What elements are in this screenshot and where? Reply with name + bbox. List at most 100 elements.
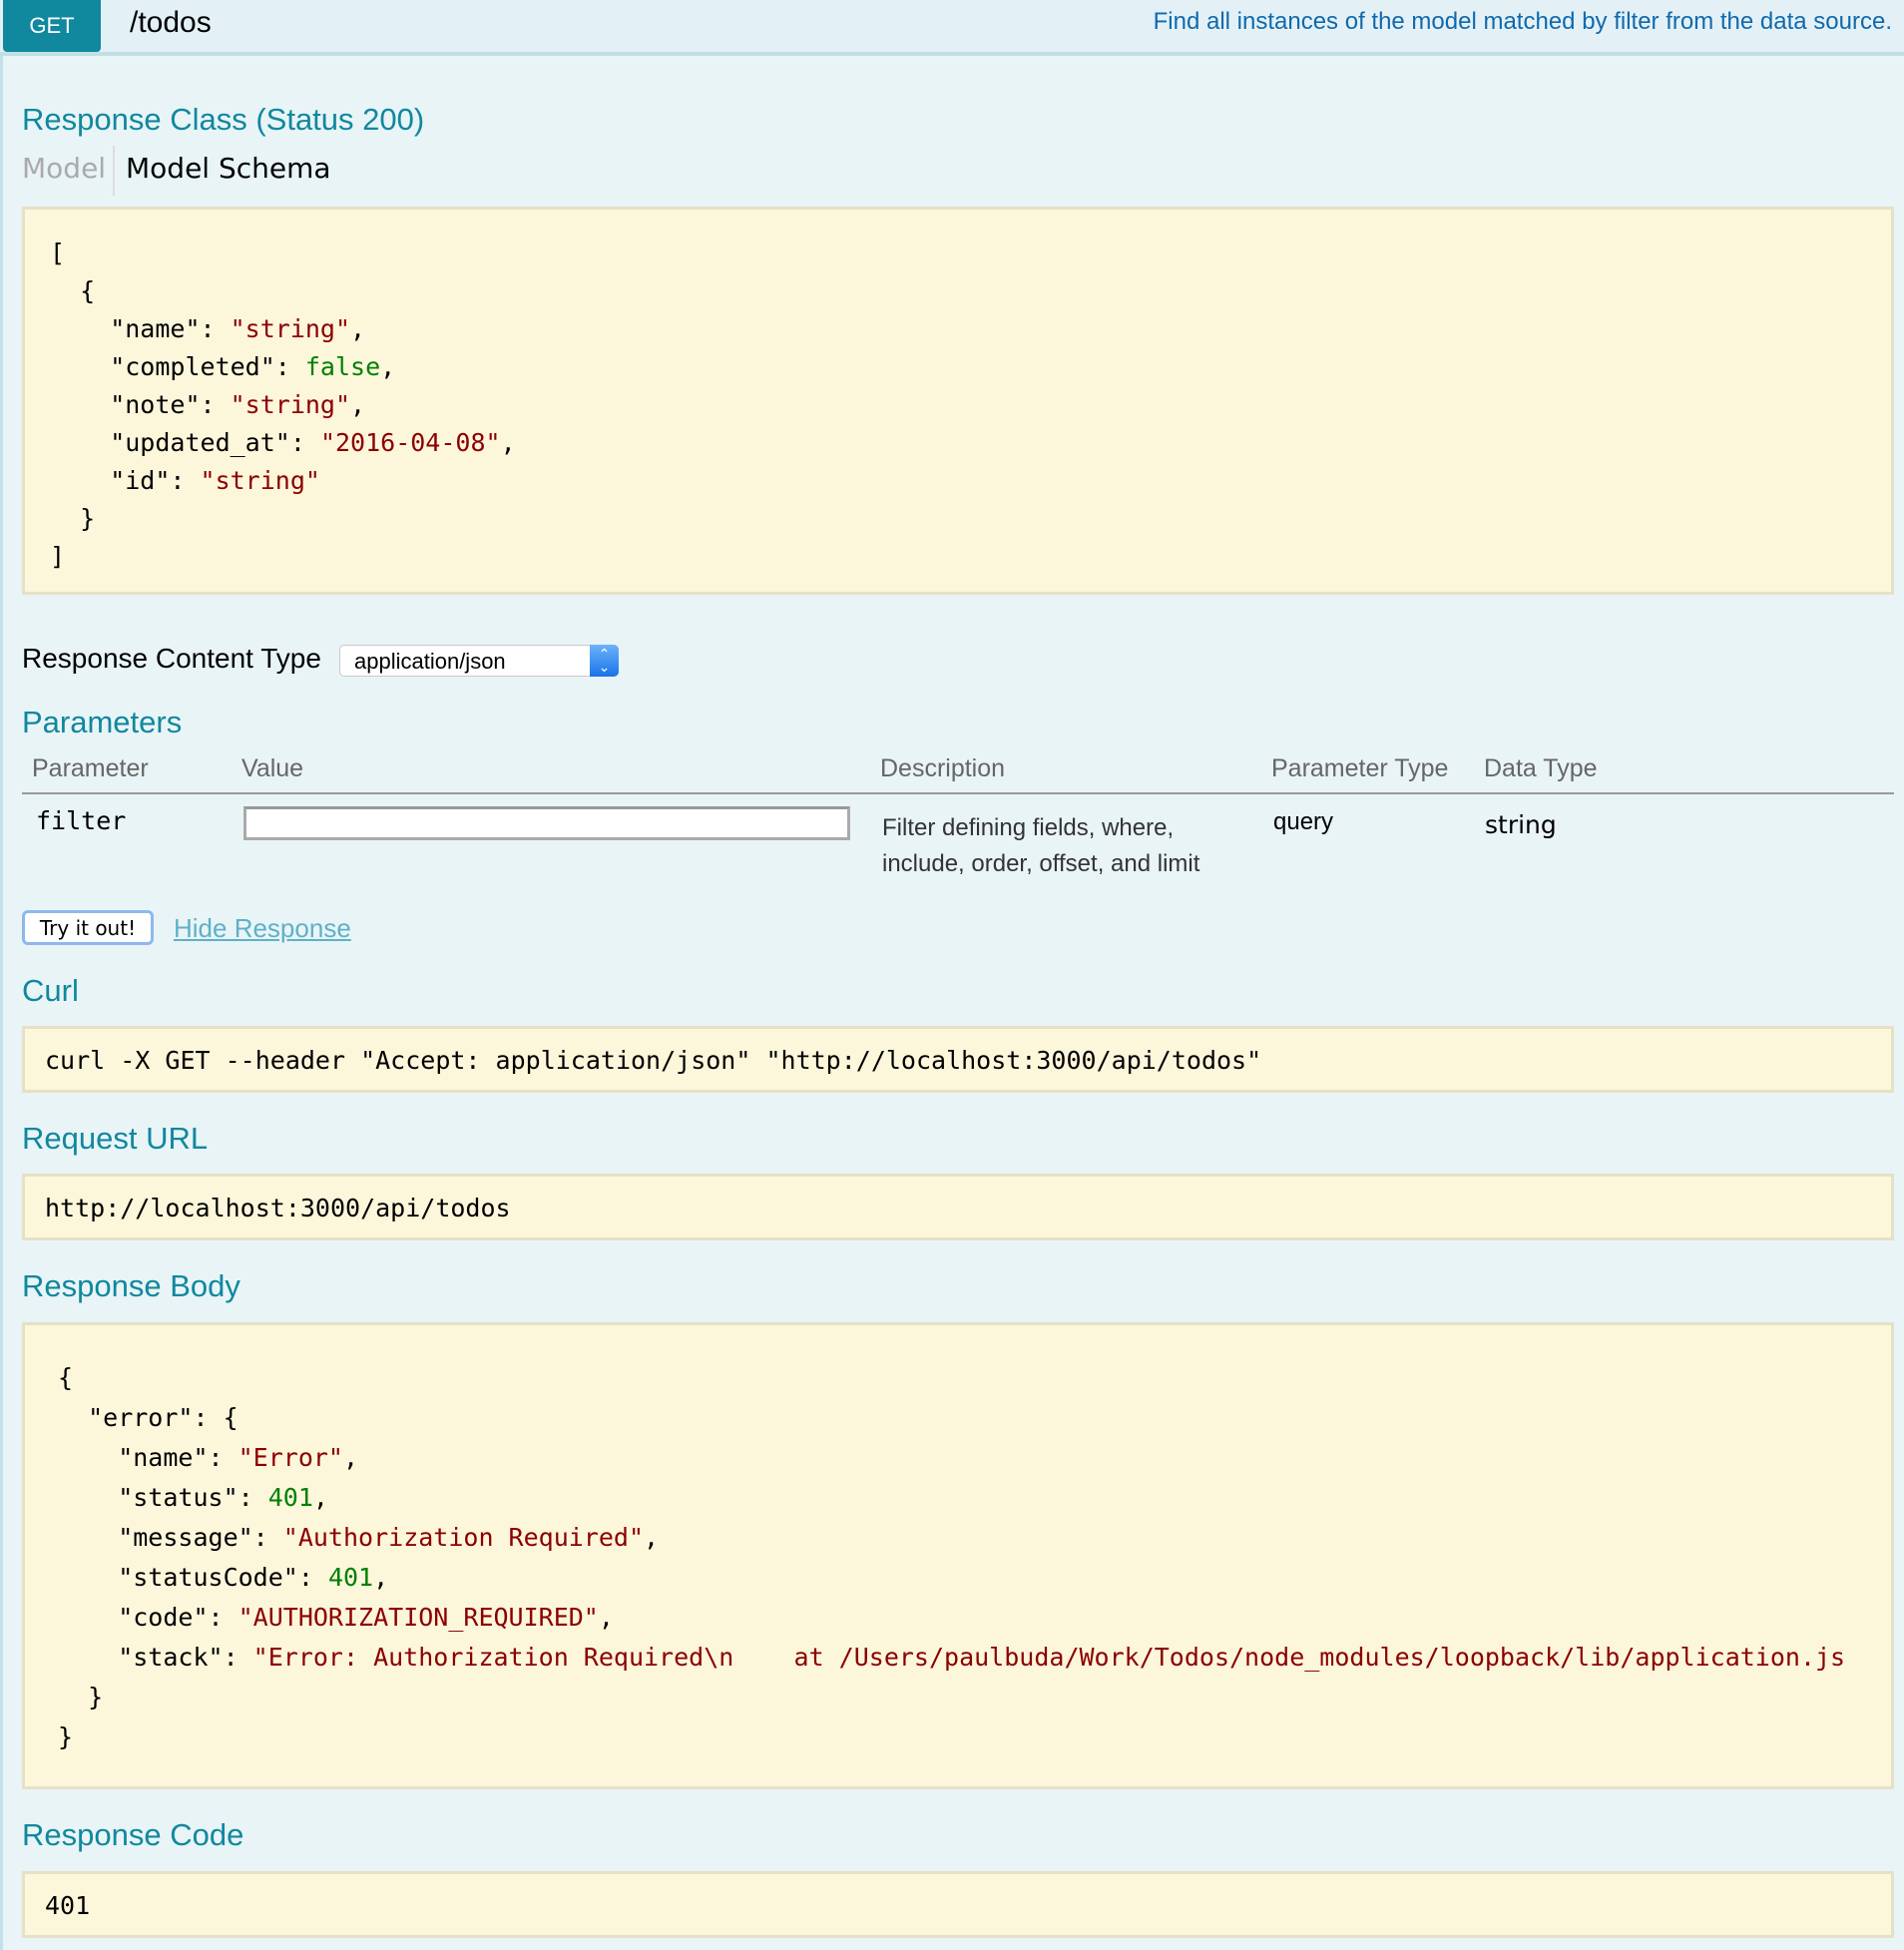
parameter-description: Filter defining fields, where, include, … <box>882 810 1199 882</box>
request-url-title: Request URL <box>22 1121 209 1156</box>
response-code-box[interactable]: 401 <box>22 1871 1894 1938</box>
operation-left-border <box>0 52 3 1950</box>
json-token: , <box>312 1483 328 1512</box>
json-token: } <box>58 1683 104 1711</box>
json-token: , <box>373 1563 389 1592</box>
try-it-out-button[interactable]: Try it out! <box>22 910 154 945</box>
json-string: "Authorization Required" <box>282 1523 645 1552</box>
operation-header[interactable]: GET /todos Find all instances of the mod… <box>0 0 1904 56</box>
request-url-box[interactable]: http://localhost:3000/api/todos <box>22 1174 1894 1240</box>
tab-model[interactable]: Model <box>22 152 106 185</box>
response-content-type-label: Response Content Type <box>22 643 321 674</box>
response-body-box[interactable]: { "error": { "name": "Error", "status": … <box>22 1322 1894 1789</box>
json-token: , <box>380 352 396 381</box>
endpoint-summary[interactable]: Find all instances of the model matched … <box>1154 8 1892 36</box>
response-content-type-select[interactable]: application/json ⌃ ⌄ <box>339 645 619 677</box>
endpoint-path[interactable]: /todos <box>130 6 212 40</box>
json-token: "name": <box>58 1443 238 1472</box>
json-token: , <box>644 1523 660 1552</box>
parameter-name: filter <box>36 806 127 835</box>
model-schema-json: [ { "name": "string", "completed": false… <box>50 235 516 576</box>
code-line: "completed": false, <box>50 348 516 386</box>
code-line: "code": "AUTHORIZATION_REQUIRED", <box>58 1598 1845 1638</box>
tab-model-schema[interactable]: Model Schema <box>126 152 331 185</box>
description-line: include, order, offset, and limit <box>882 850 1200 877</box>
json-token: "statusCode": <box>58 1563 328 1592</box>
json-token: "error": { <box>58 1403 238 1432</box>
code-line: "note": "string", <box>50 386 516 424</box>
column-header-value: Value <box>241 754 304 782</box>
json-token: } <box>50 504 96 533</box>
curl-command: curl -X GET --header "Accept: applicatio… <box>45 1046 1262 1075</box>
request-url-value: http://localhost:3000/api/todos <box>45 1194 511 1222</box>
hide-response-link[interactable]: Hide Response <box>174 913 351 944</box>
code-line: "error": { <box>58 1398 1845 1438</box>
json-string: "string" <box>230 314 351 343</box>
json-token: "note": <box>50 390 231 419</box>
code-line: { <box>58 1358 1845 1398</box>
code-line: [ <box>50 235 516 272</box>
parameter-type: query <box>1273 808 1334 835</box>
code-line: "status": 401, <box>58 1478 1845 1518</box>
json-token: "id": <box>50 466 201 495</box>
column-header-parameter: Parameter <box>32 754 149 782</box>
json-literal: 401 <box>327 1563 374 1592</box>
json-token: , <box>598 1603 614 1632</box>
code-line: "message": "Authorization Required", <box>58 1518 1845 1558</box>
code-line: "statusCode": 401, <box>58 1558 1845 1598</box>
tab-divider <box>113 146 115 196</box>
code-line: { <box>50 272 516 310</box>
json-token: "code": <box>58 1603 238 1632</box>
json-token: ] <box>50 542 66 571</box>
curl-box[interactable]: curl -X GET --header "Accept: applicatio… <box>22 1026 1894 1093</box>
json-token: , <box>500 428 516 457</box>
json-token: "stack": <box>58 1643 253 1672</box>
json-string: "Error" <box>238 1443 343 1472</box>
code-line: } <box>58 1678 1845 1717</box>
curl-title: Curl <box>22 973 79 1008</box>
code-line: "updated_at": "2016-04-08", <box>50 424 516 462</box>
json-token: "message": <box>58 1523 283 1552</box>
parameters-title: Parameters <box>22 705 183 739</box>
http-method-badge[interactable]: GET <box>3 0 101 52</box>
filter-value-input[interactable] <box>243 806 850 840</box>
code-line: "id": "string" <box>50 462 516 500</box>
json-string: "AUTHORIZATION_REQUIRED" <box>238 1603 599 1632</box>
response-content-type-value: application/json <box>354 649 506 674</box>
json-literal: false <box>304 352 381 381</box>
code-line: ] <box>50 538 516 576</box>
parameter-data-type: string <box>1485 810 1557 839</box>
json-token: "status": <box>58 1483 268 1512</box>
response-body-json: { "error": { "name": "Error", "status": … <box>58 1358 1845 1757</box>
select-updown-icon: ⌃ ⌄ <box>590 645 619 677</box>
response-class-title: Response Class (Status 200) <box>22 102 425 137</box>
code-line: "name": "Error", <box>58 1438 1845 1478</box>
response-code-value: 401 <box>45 1891 91 1920</box>
code-line: "name": "string", <box>50 310 516 348</box>
code-line: "stack": "Error: Authorization Required\… <box>58 1638 1845 1678</box>
json-token: "updated_at": <box>50 428 320 457</box>
response-code-title: Response Code <box>22 1817 244 1852</box>
model-schema-box[interactable]: [ { "name": "string", "completed": false… <box>22 207 1894 595</box>
code-line: } <box>58 1717 1845 1757</box>
response-body-title: Response Body <box>22 1268 240 1303</box>
json-string: "string" <box>230 390 351 419</box>
column-header-description: Description <box>880 754 1006 782</box>
json-token: [ <box>50 239 66 267</box>
code-line: } <box>50 500 516 538</box>
json-token: { <box>50 276 96 305</box>
json-literal: 401 <box>267 1483 313 1512</box>
json-string: "2016-04-08" <box>319 428 501 457</box>
json-token: } <box>58 1722 74 1751</box>
column-header-parameter-type: Parameter Type <box>1271 754 1449 782</box>
json-token: , <box>342 1443 359 1472</box>
json-string: "Error: Authorization Required\n at /Use… <box>252 1643 1846 1672</box>
json-token: { <box>58 1363 74 1392</box>
column-header-data-type: Data Type <box>1484 754 1598 782</box>
json-token: "completed": <box>50 352 305 381</box>
json-string: "string" <box>200 466 320 495</box>
table-header-rule <box>22 792 1894 794</box>
json-token: "name": <box>50 314 231 343</box>
description-line: Filter defining fields, where, <box>882 814 1175 841</box>
json-token: , <box>350 314 366 343</box>
